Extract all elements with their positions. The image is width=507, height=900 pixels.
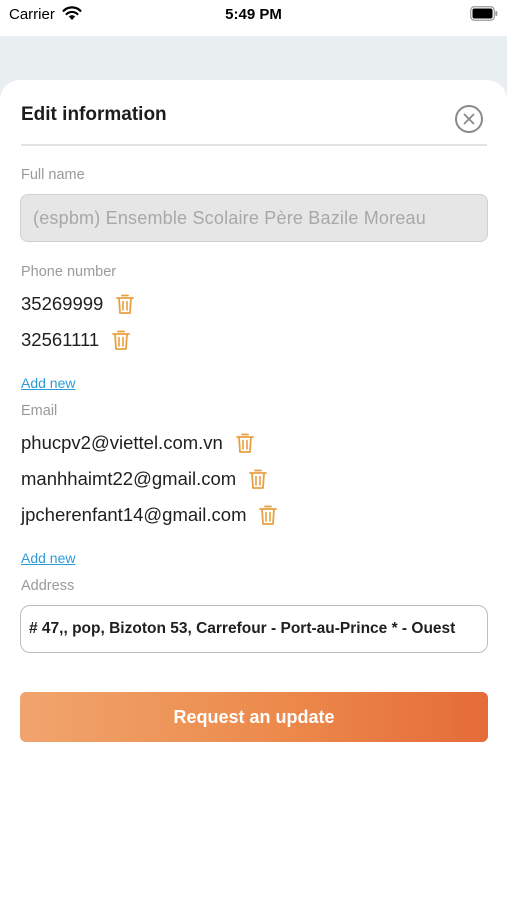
full-name-label: Full name bbox=[21, 167, 85, 183]
email-row: jpcherenfant14@gmail.com bbox=[21, 502, 278, 528]
phone-value: 35269999 bbox=[21, 293, 104, 314]
add-phone-link[interactable]: Add new bbox=[21, 375, 75, 391]
email-value: jpcherenfant14@gmail.com bbox=[21, 504, 247, 525]
phone-row: 35269999 bbox=[21, 291, 135, 317]
sheet-title: Edit information bbox=[21, 104, 167, 125]
trash-icon[interactable] bbox=[235, 432, 255, 454]
battery-icon bbox=[470, 6, 498, 21]
request-update-button[interactable]: Request an update bbox=[20, 692, 488, 742]
status-bar: Carrier 5:49 PM bbox=[0, 0, 507, 36]
trash-icon[interactable] bbox=[115, 293, 135, 315]
status-time: 5:49 PM bbox=[225, 6, 282, 23]
email-value: phucpv2@viettel.com.vn bbox=[21, 432, 223, 453]
close-button[interactable] bbox=[455, 105, 483, 133]
trash-icon[interactable] bbox=[258, 504, 278, 526]
phone-row: 32561111 bbox=[21, 327, 131, 353]
email-value: manhhaimt22@gmail.com bbox=[21, 468, 237, 489]
phone-value: 32561111 bbox=[21, 329, 100, 350]
trash-icon[interactable] bbox=[111, 329, 131, 351]
trash-icon[interactable] bbox=[248, 468, 268, 490]
email-row: phucpv2@viettel.com.vn bbox=[21, 430, 255, 456]
address-field[interactable]: # 47,, pop, Bizoton 53, Carrefour - Port… bbox=[20, 605, 488, 653]
header-divider bbox=[21, 144, 487, 146]
phone-number-label: Phone number bbox=[21, 264, 117, 280]
edit-information-sheet: Edit information Full name (espbm) Ensem… bbox=[0, 80, 507, 900]
email-label: Email bbox=[21, 403, 58, 419]
full-name-field: (espbm) Ensemble Scolaire Père Bazile Mo… bbox=[20, 194, 488, 242]
email-row: manhhaimt22@gmail.com bbox=[21, 466, 268, 492]
address-label: Address bbox=[21, 578, 75, 594]
add-email-link[interactable]: Add new bbox=[21, 550, 75, 566]
close-icon bbox=[463, 113, 475, 125]
